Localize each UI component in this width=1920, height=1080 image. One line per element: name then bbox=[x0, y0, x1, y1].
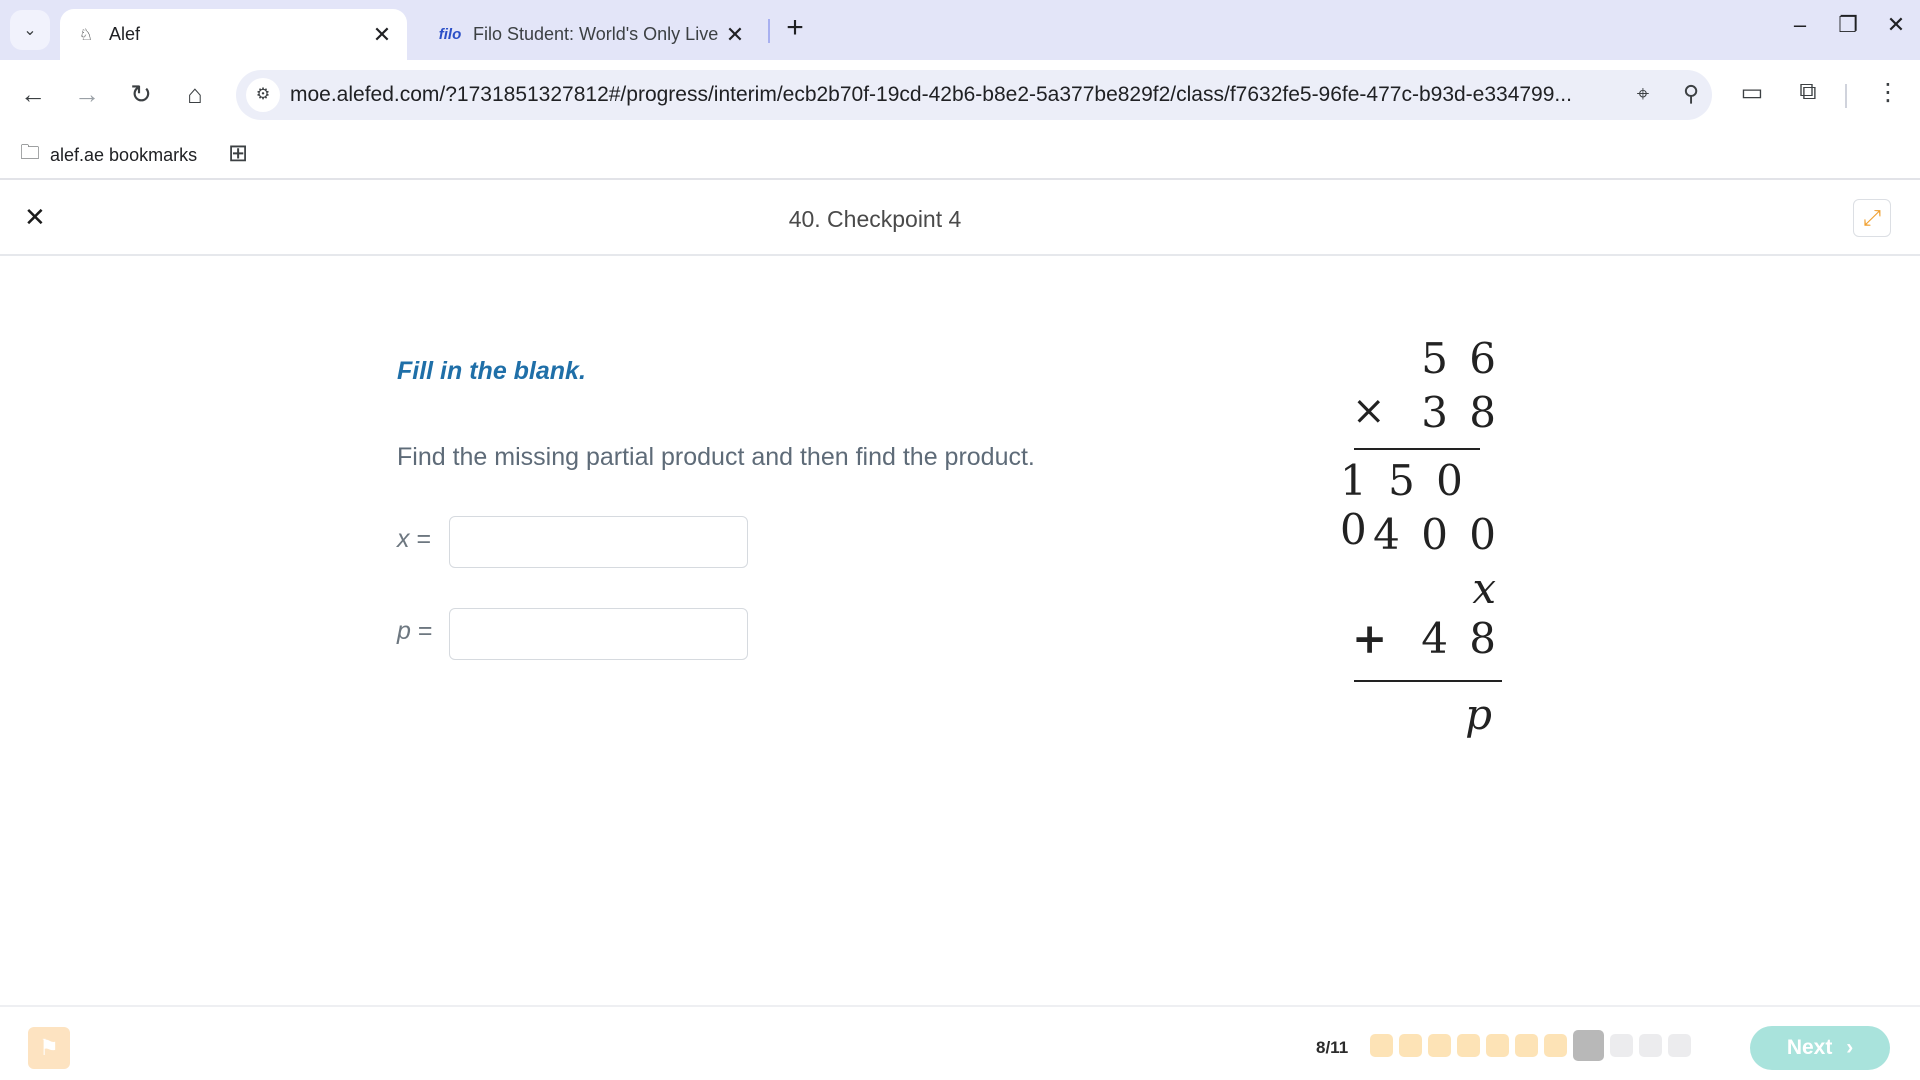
browser-tab-bar: ⌄ ♘ Alef ✕ filo Filo Student: World's On… bbox=[0, 0, 1920, 60]
partial-product-x: x bbox=[1472, 564, 1500, 613]
variable-name: x bbox=[397, 525, 410, 553]
tab-title: Alef bbox=[109, 24, 141, 44]
lesson-header: ✕ 40. Checkpoint 4 ⤢ bbox=[0, 182, 1920, 256]
progress-dot[interactable] bbox=[1428, 1034, 1451, 1057]
back-arrow-icon[interactable]: ← bbox=[16, 78, 50, 112]
equals-sign: = bbox=[409, 525, 432, 553]
product-rule-line bbox=[1354, 448, 1480, 450]
site-settings-icon[interactable]: ⚙ bbox=[246, 78, 280, 112]
progress-dot[interactable] bbox=[1639, 1034, 1662, 1057]
progress-count: 8/11 bbox=[1316, 1038, 1349, 1057]
home-icon[interactable]: ⌂ bbox=[178, 78, 212, 112]
address-bar[interactable]: ⚙ moe.alefed.com/?1731851327812#/progres… bbox=[236, 70, 1712, 120]
folder-icon: 🗀 bbox=[20, 142, 40, 164]
instruction-text: Fill in the blank. bbox=[397, 357, 586, 385]
url-text[interactable]: moe.alefed.com/?1731851327812#/progress/… bbox=[290, 83, 1630, 107]
progress-dot[interactable] bbox=[1610, 1034, 1633, 1057]
partial-product-4: 4 8 bbox=[1421, 614, 1500, 663]
filo-icon: filo bbox=[438, 26, 462, 43]
minimize-icon[interactable]: – bbox=[1780, 12, 1820, 38]
tab-divider bbox=[768, 19, 770, 43]
partial-product-2: 4 0 0 bbox=[1373, 510, 1500, 559]
progress-dot[interactable] bbox=[1668, 1034, 1691, 1057]
tab-title: Filo Student: World's Only Live I bbox=[473, 24, 720, 44]
multiplicand: 5 6 bbox=[1421, 334, 1500, 383]
progress-dot[interactable] bbox=[1573, 1030, 1604, 1061]
plus-symbol: + bbox=[1352, 614, 1388, 663]
alef-icon: ♘ bbox=[78, 26, 94, 44]
multiplication-figure: 5 6 × 3 8 1 5 0 0 4 0 0 x + 4 8 p bbox=[1340, 330, 1520, 750]
apps-grid-icon[interactable]: ⊞ bbox=[228, 139, 248, 168]
question-text: Find the missing partial product and the… bbox=[397, 443, 1035, 471]
page-title: 40. Checkpoint 4 bbox=[788, 206, 962, 232]
cast-icon[interactable]: ▭ bbox=[1734, 78, 1770, 107]
new-tab-plus-icon[interactable]: + bbox=[780, 13, 810, 44]
progress-dots bbox=[1370, 1030, 1691, 1061]
progress-dot[interactable] bbox=[1457, 1034, 1480, 1057]
bookmark-label: alef.ae bookmarks bbox=[50, 144, 198, 165]
more-menu-icon[interactable]: ⋮ bbox=[1870, 78, 1906, 107]
next-label: Next bbox=[1786, 1036, 1833, 1059]
tab-alef[interactable]: ♘ Alef ✕ bbox=[60, 9, 407, 60]
lesson-footer: ⚑ 8/11 Next › bbox=[0, 1005, 1920, 1080]
p-answer-input[interactable] bbox=[449, 608, 748, 660]
tab-filo[interactable]: filo Filo Student: World's Only Live I ✕ bbox=[420, 9, 760, 60]
progress-dot[interactable] bbox=[1370, 1034, 1393, 1057]
next-button[interactable]: Next › bbox=[1750, 1026, 1890, 1070]
extensions-puzzle-icon[interactable]: ⧉ bbox=[1790, 78, 1826, 106]
window-close-icon[interactable]: ✕ bbox=[1876, 12, 1916, 38]
chevron-right-icon: › bbox=[1846, 1036, 1854, 1059]
progress-dot[interactable] bbox=[1486, 1034, 1509, 1057]
progress-dot[interactable] bbox=[1515, 1034, 1538, 1057]
product-p: p bbox=[1465, 690, 1496, 739]
location-pin-icon[interactable]: ⌖ bbox=[1628, 81, 1658, 107]
p-label: p = bbox=[397, 617, 432, 646]
variable-name: p bbox=[397, 617, 411, 645]
flag-icon[interactable]: ⚑ bbox=[28, 1027, 70, 1069]
bookmarks-bar: 🗀 alef.ae bookmarks ⊞ bbox=[0, 130, 1920, 180]
multiplier: 3 8 bbox=[1421, 388, 1500, 437]
bookmark-folder-alef[interactable]: 🗀 alef.ae bookmarks bbox=[20, 138, 197, 172]
tab-close-icon[interactable]: ✕ bbox=[367, 22, 397, 48]
tab-search-button[interactable]: ⌄ bbox=[10, 10, 50, 50]
zoom-icon[interactable]: ⚲ bbox=[1676, 81, 1706, 107]
x-label: x = bbox=[397, 525, 431, 554]
tab-close-icon[interactable]: ✕ bbox=[720, 22, 750, 48]
x-answer-input[interactable] bbox=[449, 516, 748, 568]
times-symbol: × bbox=[1352, 388, 1386, 434]
restore-icon[interactable]: ❐ bbox=[1828, 12, 1868, 38]
progress-dot[interactable] bbox=[1544, 1034, 1567, 1057]
reload-icon[interactable]: ↻ bbox=[124, 78, 158, 112]
sum-rule-line bbox=[1354, 680, 1502, 682]
equals-sign: = bbox=[410, 617, 433, 645]
browser-toolbar: ← → ↻ ⌂ ⚙ moe.alefed.com/?1731851327812#… bbox=[0, 60, 1920, 130]
chevron-down-icon: ⌄ bbox=[23, 22, 37, 39]
forward-arrow-icon[interactable]: → bbox=[70, 78, 104, 112]
progress-dot[interactable] bbox=[1399, 1034, 1422, 1057]
expand-fullscreen-icon[interactable]: ⤢ bbox=[1853, 199, 1891, 237]
toolbar-divider bbox=[1845, 84, 1847, 108]
